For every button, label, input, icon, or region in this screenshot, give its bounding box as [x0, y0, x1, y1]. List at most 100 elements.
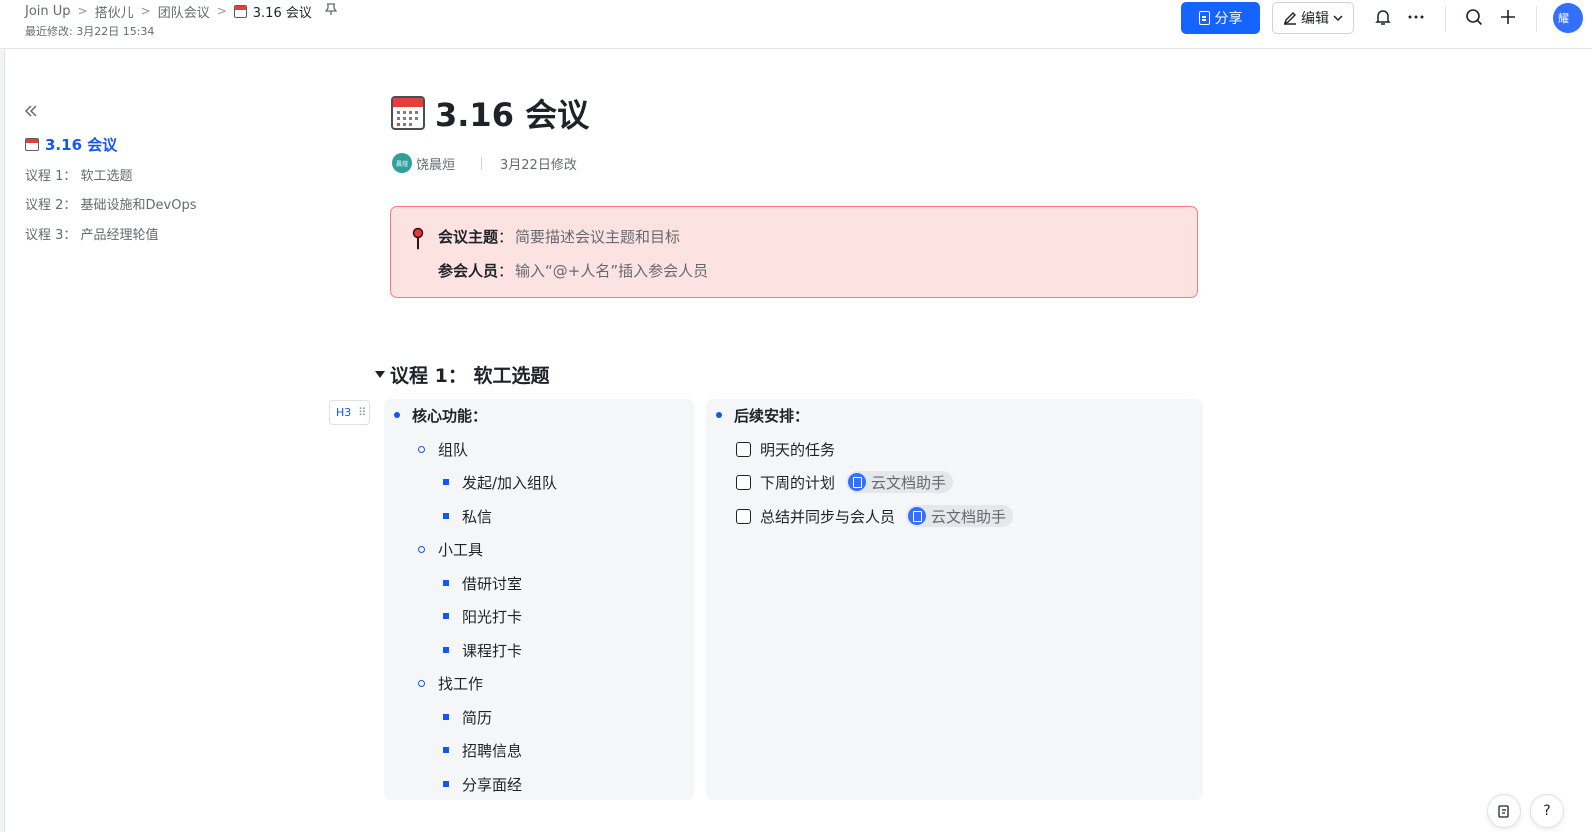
list-item-group[interactable]: 找工作: [418, 671, 483, 695]
more-options-icon[interactable]: [1404, 5, 1428, 29]
chevron-right-icon: >: [216, 4, 227, 18]
doc-meta: 晨煊 饶晨烜 3月22日修改: [392, 152, 577, 174]
attendees-label: 参会人员: [438, 262, 499, 280]
user-avatar[interactable]: 耀: [1553, 3, 1583, 33]
assignee-mention[interactable]: 云文档助手: [846, 471, 954, 493]
calendar-icon: [391, 96, 425, 130]
list-item-text: 找工作: [438, 674, 484, 693]
attendees-row[interactable]: 参会人员： 输入“@+人名”插入参会人员: [438, 260, 708, 281]
pencil-icon: [1283, 12, 1296, 25]
grid-column-right[interactable]: 后续安排： 明天的任务 下周的计划 云文档助手 总结并同步与会人员 云文档助手: [706, 399, 1203, 800]
help-button[interactable]: ?: [1530, 794, 1564, 828]
author-avatar[interactable]: 晨煊: [392, 153, 412, 173]
block-handle[interactable]: H3 ⠿: [329, 400, 370, 425]
meeting-topic-placeholder: 简要描述会议主题和目标: [515, 228, 681, 246]
list-item-text: 核心功能：: [412, 406, 488, 425]
collapse-triangle-icon[interactable]: [375, 370, 385, 378]
toolbar-divider: [1445, 6, 1446, 32]
search-icon[interactable]: [1462, 5, 1486, 29]
bullet-icon: [443, 781, 449, 787]
bullet-icon: [443, 479, 449, 485]
breadcrumb-subfolder[interactable]: 团队会议: [158, 2, 210, 21]
task-checkbox[interactable]: [736, 441, 751, 457]
outline-item-agenda-2[interactable]: 议程 2： 基础设施和DevOps: [25, 189, 285, 219]
list-item[interactable]: 私信: [443, 504, 492, 528]
bullet-icon: [443, 747, 449, 753]
agenda-1-heading[interactable]: 议程 1： 软工选题: [375, 360, 549, 388]
list-item[interactable]: 借研讨室: [443, 571, 522, 595]
left-edge: [0, 0, 5, 832]
task-item[interactable]: 下周的计划 云文档助手: [736, 470, 954, 494]
bullet-icon: [443, 714, 449, 720]
list-item[interactable]: 发起/加入组队: [443, 470, 557, 494]
edit-label: 编辑: [1301, 11, 1329, 27]
task-item[interactable]: 总结并同步与会人员 云文档助手: [736, 504, 1014, 528]
breadcrumb-current[interactable]: 3.16 会议: [233, 2, 312, 21]
list-item-text: 组队: [438, 440, 469, 459]
share-label: 分享: [1214, 11, 1243, 27]
collapse-outline-icon[interactable]: [23, 103, 39, 119]
modified-date: 3月22日修改: [500, 157, 577, 173]
list-item[interactable]: 简历: [443, 705, 492, 729]
pin-icon[interactable]: [324, 3, 338, 19]
breadcrumb-folder[interactable]: 搭伙儿: [95, 2, 134, 21]
list-item-follow-up[interactable]: 后续安排：: [716, 403, 809, 427]
task-checkbox[interactable]: [736, 474, 751, 490]
bullet-icon: [418, 445, 425, 453]
meta-divider: [481, 156, 483, 170]
meeting-topic-label: 会议主题: [438, 228, 499, 246]
plus-icon[interactable]: [1496, 5, 1520, 29]
outline-title-label: 3.16 会议: [45, 136, 118, 155]
task-checkbox[interactable]: [736, 508, 751, 524]
outline-item-agenda-1[interactable]: 议程 1： 软工选题: [25, 160, 285, 190]
list-item-group[interactable]: 组队: [418, 437, 468, 461]
grid-column-left[interactable]: 核心功能： 组队 发起/加入组队 私信 小工具 借研讨室 阳光打卡 课程打卡 找…: [384, 399, 694, 800]
share-button[interactable]: 分享: [1181, 2, 1260, 34]
share-doc-icon: [1198, 11, 1210, 25]
top-bar: Join Up > 搭伙儿 > 团队会议 > 3.16 会议 最近修改: 3月2…: [0, 0, 1592, 49]
list-item-core-features[interactable]: 核心功能：: [394, 403, 487, 427]
bullet-icon: [394, 412, 400, 418]
drag-handle-icon[interactable]: ⠿: [358, 406, 366, 419]
chevron-down-icon: [1333, 15, 1343, 22]
list-item-group[interactable]: 小工具: [418, 537, 483, 561]
bullet-icon: [443, 513, 449, 519]
list-item[interactable]: 分享面经: [443, 772, 522, 796]
page-title-text: 3.16 会议: [435, 96, 590, 134]
callout-block[interactable]: 会议主题： 简要描述会议主题和目标 参会人员： 输入“@+人名”插入参会人员: [390, 206, 1198, 298]
list-item-text: 发起/加入组队: [462, 473, 558, 492]
toolbar-divider: [1536, 6, 1537, 32]
list-item[interactable]: 招聘信息: [443, 738, 522, 762]
page: Join Up > 搭伙儿 > 团队会议 > 3.16 会议 最近修改: 3月2…: [0, 0, 1592, 832]
document-tools-button[interactable]: [1487, 794, 1521, 828]
outline-item-agenda-3[interactable]: 议程 3： 产品经理轮值: [25, 219, 285, 249]
bullet-icon: [716, 412, 722, 418]
outline-item-title[interactable]: 3.16 会议: [25, 130, 285, 160]
list-item-text: 简历: [462, 708, 493, 727]
bullet-icon: [443, 647, 449, 653]
edit-mode-button[interactable]: 编辑: [1272, 2, 1354, 34]
task-text: 明天的任务: [760, 440, 836, 459]
assignee-name: 云文档助手: [871, 473, 947, 492]
breadcrumb: Join Up > 搭伙儿 > 团队会议 > 3.16 会议: [25, 1, 338, 21]
list-item-text: 私信: [462, 507, 493, 526]
list-item-text: 分享面经: [462, 775, 523, 794]
bullet-icon: [418, 679, 425, 687]
attendees-placeholder: 输入“@+人名”插入参会人员: [515, 262, 709, 280]
calendar-icon: [25, 138, 39, 152]
chevron-right-icon: >: [140, 4, 151, 18]
bullet-icon: [443, 580, 449, 586]
last-modified: 最近修改: 3月22日 15:34: [25, 25, 155, 38]
meeting-topic-row[interactable]: 会议主题： 简要描述会议主题和目标: [438, 226, 680, 247]
assignee-mention[interactable]: 云文档助手: [906, 505, 1014, 527]
doc-assistant-icon: [908, 507, 927, 525]
page-title[interactable]: 3.16 会议: [391, 88, 589, 138]
task-item[interactable]: 明天的任务: [736, 437, 835, 461]
list-item-text: 课程打卡: [462, 641, 523, 660]
author-name[interactable]: 饶晨烜: [416, 154, 455, 173]
list-item[interactable]: 阳光打卡: [443, 604, 522, 628]
breadcrumb-workspace[interactable]: Join Up: [25, 4, 71, 19]
calendar-icon: [233, 4, 247, 18]
notification-bell-icon[interactable]: [1371, 5, 1395, 29]
list-item[interactable]: 课程打卡: [443, 638, 522, 662]
